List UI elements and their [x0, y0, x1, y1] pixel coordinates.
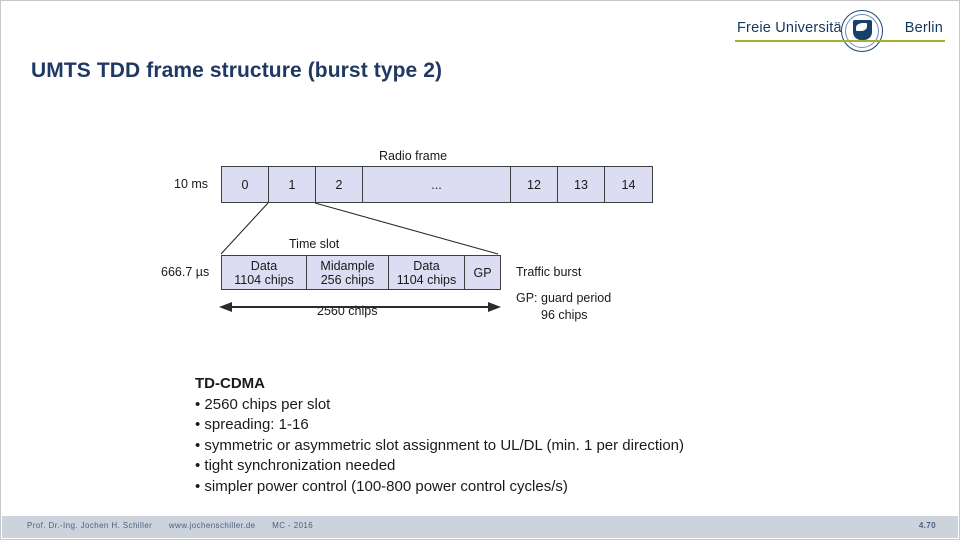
radio-frame-slot: 14 — [605, 167, 652, 202]
radio-frame-slot: ... — [363, 167, 511, 202]
time-slot-duration-label: 666.7 µs — [161, 265, 210, 279]
body-text-block: TD-CDMA • 2560 chips per slot • spreading… — [195, 374, 684, 497]
logo-text-left: Freie Universität — [737, 20, 846, 36]
note-guard-period-line1: GP: guard period — [516, 291, 612, 305]
time-slot-field-name: GP — [473, 265, 492, 280]
body-heading: TD-CDMA — [195, 375, 265, 392]
footer-author: Prof. Dr.-Ing. Jochen H. Schiller — [27, 521, 153, 530]
radio-frame-slot: 1 — [269, 167, 316, 202]
body-bullet-item: • 2560 chips per slot — [195, 395, 331, 413]
page-title: UMTS TDD frame structure (burst type 2) — [31, 59, 443, 82]
time-slot-field: Midample 256 chips — [307, 256, 389, 289]
slide: Freie Universität Berlin UMTS TDD frame … — [0, 0, 960, 540]
time-slot-field-name: Data — [413, 258, 440, 273]
connector-line-right — [314, 202, 499, 255]
body-bullet-list: • 2560 chips per slot • spreading: 1-16 • … — [195, 395, 684, 498]
seal-shield-icon — [853, 20, 872, 40]
footer-website: www.jochenschiller.de — [168, 521, 256, 530]
time-slot-field: Data 1104 chips — [389, 256, 465, 289]
time-slot-field-size: 1104 chips — [396, 272, 457, 287]
time-slot-field-size: 256 chips — [320, 272, 375, 287]
body-bullet-item: • simpler power control (100-800 power c… — [195, 477, 568, 495]
time-slot-field: Data 1104 chips — [222, 256, 307, 289]
radio-frame-slot: 0 — [222, 167, 269, 202]
note-traffic-burst: Traffic burst — [516, 265, 582, 279]
time-slot-span-label: 2560 chips — [317, 304, 378, 318]
time-slot-field-name: Midample — [320, 258, 375, 273]
time-slot-caption: Time slot — [289, 237, 340, 251]
time-slot-field: GP — [465, 256, 500, 289]
logo-accent-rule — [735, 40, 945, 42]
footer-page-number: 4.70 — [918, 521, 936, 530]
footer-credits: Prof. Dr.-Ing. Jochen H. Schiller www.jo… — [27, 521, 327, 530]
university-seal-icon — [841, 10, 883, 52]
radio-frame-slot: 13 — [558, 167, 605, 202]
radio-frame-slots: 0 1 2... 12 13 14 — [221, 166, 653, 203]
note-guard-period-line2: 96 chips — [541, 308, 588, 322]
radio-frame-slot: 12 — [511, 167, 558, 202]
body-bullet-item: • tight synchronization needed — [195, 457, 396, 474]
logo-text-right: Berlin — [904, 20, 943, 36]
fu-berlin-logo: Freie Universität Berlin — [733, 9, 945, 53]
body-bullet-item: • symmetric or asymmetric slot assignmen… — [195, 436, 684, 454]
footer-course: MC - 2016 — [272, 521, 314, 530]
time-slot-field-size: 1104 chips — [234, 272, 294, 287]
radio-frame-slot: 2 — [316, 167, 363, 202]
connector-line-left — [220, 202, 269, 255]
time-slot-field-name: Data — [250, 258, 278, 273]
radio-frame-duration-label: 10 ms — [174, 177, 209, 191]
radio-frame-caption: Radio frame — [379, 149, 448, 163]
footer-bar: Prof. Dr.-Ing. Jochen H. Schiller www.jo… — [2, 516, 958, 538]
time-slot-fields: Data 1104 chips Midample 256 chips Data 1104 … — [221, 255, 501, 290]
body-bullet-item: • spreading: 1-16 — [195, 416, 309, 433]
